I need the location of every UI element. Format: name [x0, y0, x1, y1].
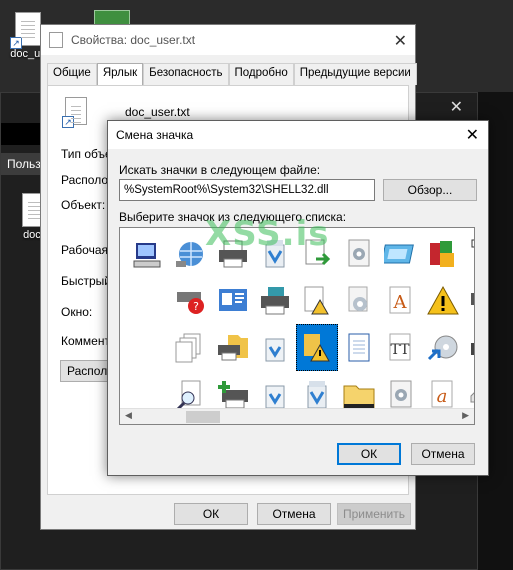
- horizontal-scrollbar[interactable]: ◀ ▶: [120, 408, 474, 424]
- tab-general[interactable]: Общие: [47, 63, 97, 85]
- svg-text:TT: TT: [391, 342, 411, 358]
- close-icon[interactable]: ✕: [394, 31, 407, 51]
- printer-check-icon: [471, 292, 474, 305]
- tab-details[interactable]: Подробно: [228, 63, 294, 85]
- gear-doc-icon: [348, 286, 368, 311]
- icon-cell[interactable]: [464, 230, 474, 277]
- blank-icon: [132, 331, 166, 365]
- tree-diagram-icon: [471, 239, 474, 247]
- browse-button[interactable]: Обзор...: [383, 179, 477, 201]
- shortcut-file-icon: ↗: [62, 97, 87, 128]
- close-icon[interactable]: ✕: [450, 97, 463, 117]
- scroll-left-icon[interactable]: ◀: [125, 410, 132, 421]
- icon-cell[interactable]: [338, 230, 380, 277]
- icon-cell[interactable]: [128, 230, 170, 277]
- icon-cell[interactable]: [296, 277, 338, 324]
- font-a-icon: A: [389, 286, 411, 313]
- field-label-shortcut-key: Быстрый: [61, 274, 111, 288]
- svg-text:?: ?: [193, 300, 199, 313]
- recycle-bin-empty-icon: [265, 385, 285, 408]
- shortcut-filename: doc_user.txt: [125, 105, 190, 119]
- change-icon-titlebar: Смена значка: [108, 121, 488, 149]
- cd-arrow-icon: [427, 335, 458, 360]
- text-file-icon: ↗: [10, 12, 41, 49]
- icon-cell[interactable]: [212, 324, 254, 371]
- monitor-keyboard-icon: [133, 242, 161, 267]
- drive-icon: [470, 391, 474, 402]
- svg-text:a: a: [437, 386, 448, 407]
- warning-folder-icon: [304, 333, 330, 361]
- icon-cell[interactable]: [464, 324, 474, 371]
- icon-cell[interactable]: [464, 277, 474, 324]
- icon-list[interactable]: ? A TT a ◀ ▶: [119, 227, 475, 425]
- icon-cell-empty[interactable]: [128, 277, 170, 324]
- icon-cell[interactable]: [380, 230, 422, 277]
- cancel-button[interactable]: Отмена: [411, 443, 475, 465]
- folder-yellow-icon: [343, 385, 375, 408]
- keyboard-error-icon: ?: [177, 291, 204, 314]
- tab-shortcut[interactable]: Ярлык: [96, 63, 144, 85]
- blank-icon: [132, 378, 166, 412]
- scroll-right-icon[interactable]: ▶: [462, 410, 469, 421]
- icon-cell[interactable]: [422, 277, 464, 324]
- icon-cell[interactable]: ?: [170, 277, 212, 324]
- ok-button[interactable]: ОК: [174, 503, 248, 525]
- text-file-icon: [49, 32, 63, 48]
- recycle-bin-full-icon: [307, 380, 327, 408]
- warning-triangle-icon: [427, 285, 459, 314]
- change-icon-dialog: Смена значка ✕ Искать значки в следующем…: [107, 120, 489, 476]
- text-document-icon: [348, 333, 370, 361]
- settings-doc-icon: [390, 380, 412, 407]
- settings-doc-icon: [348, 239, 370, 266]
- tab-previous-versions[interactable]: Предыдущие версии: [293, 63, 417, 85]
- field-label-run: Окно:: [61, 305, 93, 319]
- apply-button[interactable]: Применить: [337, 503, 411, 525]
- field-label-target: Объект:: [61, 198, 106, 212]
- icon-cell[interactable]: [254, 277, 296, 324]
- ok-button[interactable]: ОК: [337, 443, 401, 465]
- field-label-type: Тип объе: [61, 147, 112, 161]
- icon-cell[interactable]: [338, 324, 380, 371]
- copy-pages-icon: [175, 333, 201, 362]
- magnifier-doc-icon: [176, 380, 201, 410]
- shortcut-arrow-icon: ↗: [10, 37, 22, 49]
- icon-cell[interactable]: [338, 277, 380, 324]
- font-tt-icon: TT: [389, 333, 411, 360]
- icon-cell[interactable]: [254, 324, 296, 371]
- change-icon-title: Смена значка: [116, 128, 194, 142]
- font-a-italic-icon: a: [431, 380, 453, 407]
- icon-cell-empty[interactable]: [128, 324, 170, 371]
- fax-folder-icon: [218, 334, 248, 360]
- icon-grid: ? A TT a: [128, 230, 474, 418]
- icon-cell[interactable]: [422, 230, 464, 277]
- properties-tabs: Общие Ярлык Безопасность Подробно Предыд…: [47, 63, 417, 85]
- icon-cell[interactable]: [296, 324, 338, 371]
- icon-cell[interactable]: [422, 324, 464, 371]
- globe-network-icon: [176, 241, 203, 267]
- warning-doc-icon: [304, 286, 329, 314]
- icon-cell[interactable]: TT: [380, 324, 422, 371]
- icon-cell[interactable]: A: [380, 277, 422, 324]
- printer-check-dark-icon: [471, 342, 474, 355]
- printer-disk-icon: [261, 286, 289, 314]
- properties-title: Свойства: doc_user.txt: [71, 33, 196, 47]
- blank-icon: [132, 284, 166, 318]
- printer-add-icon: [218, 380, 248, 408]
- watermark-text: XSS.is: [205, 214, 330, 254]
- field-label-comment: Коммент: [61, 334, 110, 348]
- installer-box-icon: [430, 240, 454, 267]
- icon-file-path-input[interactable]: [119, 179, 375, 201]
- scrollbar-thumb[interactable]: [186, 411, 220, 423]
- close-icon[interactable]: ✕: [466, 125, 479, 145]
- svg-text:A: A: [393, 292, 408, 313]
- recycle-bin-empty-icon: [265, 338, 285, 361]
- control-panel-id-icon: [219, 288, 247, 311]
- tab-security[interactable]: Безопасность: [143, 63, 229, 85]
- properties-titlebar: Свойства: doc_user.txt: [41, 25, 415, 55]
- icon-cell[interactable]: [170, 324, 212, 371]
- search-file-label: Искать значки в следующем файле:: [119, 163, 321, 177]
- cancel-button[interactable]: Отмена: [257, 503, 331, 525]
- icon-cell[interactable]: [212, 277, 254, 324]
- display-blue-icon: [384, 244, 414, 263]
